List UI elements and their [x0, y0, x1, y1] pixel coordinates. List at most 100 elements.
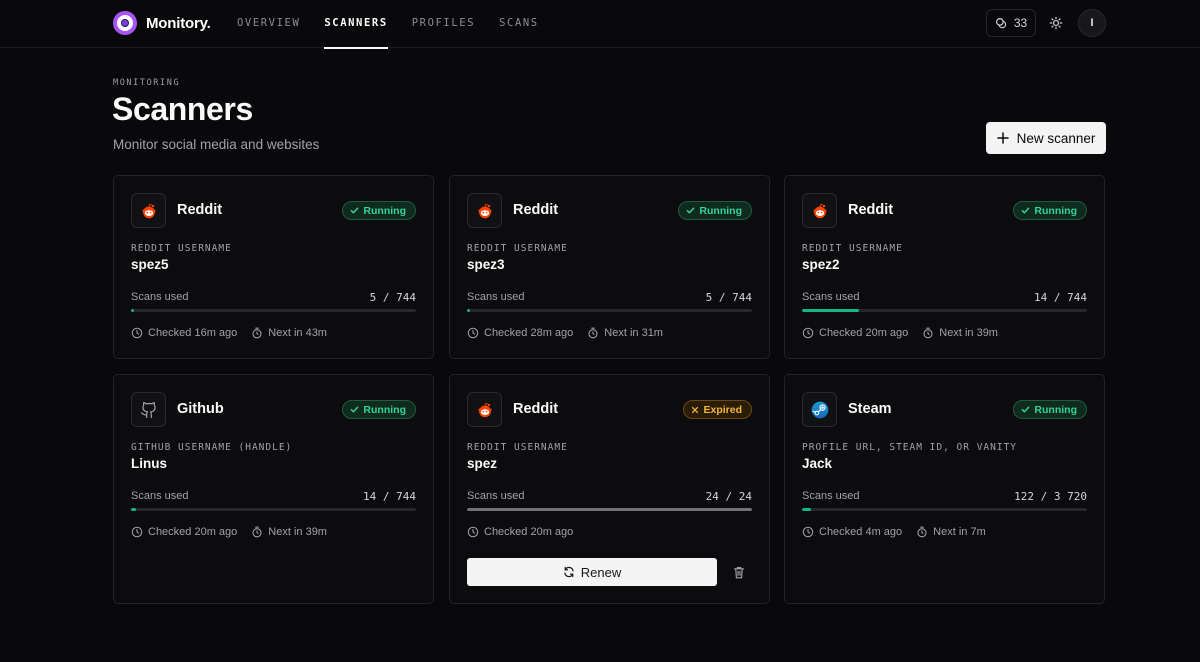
last-checked: Checked 20m ago	[802, 327, 908, 339]
progress-fill	[802, 508, 812, 511]
field-label: REDDIT USERNAME	[802, 243, 903, 254]
new-scanner-button[interactable]: New scanner	[986, 122, 1106, 154]
progress-fill	[131, 508, 137, 511]
next-check: Next in 39m	[251, 526, 327, 538]
check-icon	[351, 207, 359, 214]
clock-icon	[802, 327, 814, 339]
timer-icon	[917, 526, 927, 538]
logo[interactable]: Monitory.	[113, 11, 211, 35]
github-icon	[131, 392, 166, 427]
last-checked-text: Checked 20m ago	[819, 327, 909, 339]
status-badge: Running	[1013, 400, 1087, 419]
timer-icon	[252, 327, 262, 339]
scans-count: 14 / 744	[1034, 291, 1087, 304]
scanner-card[interactable]: Reddit Running REDDIT USERNAME spez2 Scans u…	[784, 175, 1105, 359]
avatar[interactable]: I	[1078, 9, 1106, 37]
scanner-card[interactable]: Steam Running PROFILE URL, STEAM ID, OR VA…	[784, 374, 1105, 604]
schedule-info: Checked 20m ago	[467, 526, 573, 538]
last-checked-text: Checked 20m ago	[484, 526, 574, 538]
page-title: Scanners	[112, 91, 253, 127]
renew-label: Renew	[580, 564, 622, 580]
sun-icon	[1049, 16, 1063, 30]
steam-icon	[802, 392, 837, 427]
next-check-text: Next in 31m	[604, 327, 663, 339]
last-checked: Checked 16m ago	[131, 327, 237, 339]
field-value: spez5	[131, 257, 169, 272]
status-text: Running	[1034, 403, 1077, 416]
progress-fill	[467, 508, 752, 511]
service-name: Github	[177, 401, 224, 417]
scans-count: 5 / 744	[705, 291, 752, 304]
renew-button[interactable]: Renew	[467, 558, 717, 586]
status-text: Expired	[703, 403, 742, 416]
next-check: Next in 31m	[587, 327, 663, 339]
credits-button[interactable]: 33	[986, 9, 1036, 37]
nav-profiles[interactable]: PROFILES	[412, 0, 475, 48]
scanner-card[interactable]: Reddit Running REDDIT USERNAME spez5 Scans u…	[113, 175, 434, 359]
status-badge: Running	[1013, 201, 1087, 220]
next-check-text: Next in 43m	[268, 327, 327, 339]
service-name: Reddit	[513, 401, 559, 417]
scans-count: 5 / 744	[369, 291, 416, 304]
page-subtitle: Monitor social media and websites	[113, 137, 320, 152]
main-nav: OVERVIEW SCANNERS PROFILES SCANS	[237, 0, 563, 49]
check-icon	[1022, 406, 1030, 413]
field-label: GITHUB USERNAME (HANDLE)	[131, 442, 293, 453]
status-text: Running	[363, 403, 406, 416]
service-name: Reddit	[177, 202, 223, 218]
scans-used-label: Scans used	[131, 490, 189, 502]
clock-icon	[131, 327, 143, 339]
refresh-icon	[564, 566, 574, 578]
last-checked: Checked 20m ago	[131, 526, 237, 538]
field-value: Linus	[131, 456, 167, 471]
scans-count: 122 / 3 720	[1014, 490, 1087, 503]
nav-overview[interactable]: OVERVIEW	[237, 0, 300, 48]
check-icon	[1022, 207, 1030, 214]
field-value: spez3	[467, 257, 505, 272]
schedule-info: Checked 20m ago Next in 39m	[131, 526, 327, 538]
reddit-icon	[802, 193, 837, 228]
clock-icon	[131, 526, 143, 538]
next-check: Next in 39m	[922, 327, 998, 339]
schedule-info: Checked 28m ago Next in 31m	[467, 327, 663, 339]
theme-toggle-button[interactable]	[1046, 13, 1066, 33]
progress-fill	[131, 309, 134, 312]
delete-button[interactable]	[731, 564, 747, 580]
timer-icon	[923, 327, 933, 339]
scans-used-label: Scans used	[802, 490, 860, 502]
reddit-icon	[467, 392, 502, 427]
scanner-card[interactable]: Reddit Expired REDDIT USERNAME spez Scans us…	[449, 374, 770, 604]
status-badge: Running	[342, 400, 416, 419]
field-label: PROFILE URL, STEAM ID, OR VANITY	[802, 442, 1018, 453]
clock-icon	[467, 526, 479, 538]
progress-fill	[467, 309, 470, 312]
reddit-icon	[467, 193, 502, 228]
service-name: Reddit	[848, 202, 894, 218]
check-icon	[687, 207, 695, 214]
scans-used-label: Scans used	[131, 291, 189, 303]
scans-count: 14 / 744	[363, 490, 416, 503]
section-eyebrow: MONITORING	[113, 78, 181, 88]
schedule-info: Checked 16m ago Next in 43m	[131, 327, 327, 339]
new-scanner-label: New scanner	[1016, 130, 1096, 146]
last-checked: Checked 20m ago	[467, 526, 573, 538]
field-label: REDDIT USERNAME	[131, 243, 232, 254]
scans-used-label: Scans used	[467, 291, 525, 303]
scanner-card[interactable]: Github Running GITHUB USERNAME (HANDLE) Lin…	[113, 374, 434, 604]
trash-icon	[733, 566, 745, 578]
nav-scanners[interactable]: SCANNERS	[324, 0, 389, 49]
progress-bar	[467, 508, 752, 511]
status-text: Running	[363, 204, 406, 217]
field-value: spez2	[802, 257, 840, 272]
status-text: Running	[699, 204, 742, 217]
field-value: spez	[467, 456, 498, 471]
scans-count: 24 / 24	[705, 490, 752, 503]
last-checked-text: Checked 28m ago	[484, 327, 574, 339]
scans-used-label: Scans used	[467, 490, 525, 502]
progress-fill	[802, 309, 859, 312]
status-badge: Expired	[683, 400, 752, 419]
timer-icon	[252, 526, 262, 538]
scanner-card[interactable]: Reddit Running REDDIT USERNAME spez3 Scans u…	[449, 175, 770, 359]
top-bar: Monitory. OVERVIEW SCANNERS PROFILES SCA…	[0, 0, 1200, 49]
nav-scans[interactable]: SCANS	[499, 0, 539, 48]
